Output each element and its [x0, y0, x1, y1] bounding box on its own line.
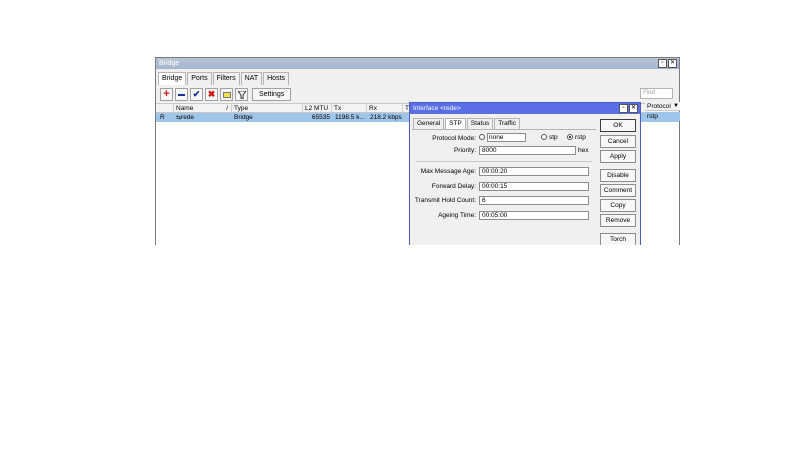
stp-panel: Protocol Mode: none stp rstp Priority: 8… — [412, 129, 596, 245]
col-rx[interactable]: Rx — [367, 104, 403, 113]
dialog-maximize-icon[interactable]: ▫ — [619, 104, 628, 113]
col-l2mtu[interactable]: L2 MTU — [303, 104, 332, 113]
row-name: rede — [181, 114, 195, 121]
col-name[interactable]: Name / — [174, 104, 232, 113]
radio-stp-icon — [541, 134, 547, 140]
dialog-tabs: General STP Status Traffic — [413, 118, 521, 129]
hold-count-label: Transmit Hold Count: — [414, 197, 476, 204]
comment-icon[interactable] — [220, 88, 233, 101]
tab-status[interactable]: Status — [466, 118, 494, 129]
close-icon[interactable]: ✕ — [668, 59, 677, 68]
dropdown-arrow-icon[interactable]: ▼ — [673, 102, 679, 111]
enable-icon[interactable]: ✔ — [190, 88, 203, 101]
tab-general[interactable]: General — [413, 118, 445, 129]
sort-icon: / — [226, 105, 228, 112]
divider — [416, 161, 592, 162]
radio-stp-label: stp — [549, 134, 558, 141]
ageing-input[interactable]: 00:05:00 — [479, 211, 589, 220]
dialog-titlebar[interactable]: Interface <rede> ▫ ✕ — [410, 103, 640, 114]
window-titlebar[interactable]: Bridge ▫ ✕ — [156, 58, 679, 69]
disable-icon[interactable]: ✖ — [205, 88, 218, 101]
filter-icon[interactable] — [235, 88, 248, 101]
col-tx[interactable]: Tx — [332, 104, 367, 113]
row-type: Bridge — [234, 114, 253, 121]
window-title: Bridge — [159, 60, 180, 67]
disable-button[interactable]: Disable — [600, 169, 636, 182]
radio-rstp-icon — [567, 134, 573, 140]
radio-rstp[interactable]: rstp — [567, 134, 586, 141]
tab-traffic[interactable]: Traffic — [494, 118, 520, 129]
remove-icon[interactable] — [175, 88, 188, 101]
tab-nat[interactable]: NAT — [240, 72, 263, 85]
radio-none-label: none — [487, 133, 527, 142]
ok-button[interactable]: OK — [600, 119, 636, 132]
priority-unit: hex — [578, 147, 589, 154]
radio-stp[interactable]: stp — [541, 134, 558, 141]
maximize-icon[interactable]: ▫ — [658, 59, 667, 68]
max-age-label: Max Message Age: — [420, 168, 476, 175]
find-input[interactable]: Find — [640, 88, 673, 99]
radio-rstp-label: rstp — [575, 134, 586, 141]
row-tx: 1198.5 k... — [335, 114, 365, 121]
fwd-delay-label: Forward Delay: — [431, 183, 476, 190]
radio-none[interactable]: none — [479, 133, 527, 142]
col-type[interactable]: Type — [232, 104, 303, 113]
tab-filters[interactable]: Filters — [212, 72, 240, 85]
tab-ports[interactable]: Ports — [187, 72, 212, 85]
interface-dialog: Interface <rede> ▫ ✕ General STP Status … — [409, 102, 641, 245]
ageing-label: Ageing Time: — [438, 212, 476, 219]
tab-bridge[interactable]: Bridge — [158, 72, 187, 85]
max-age-input[interactable]: 00:00:20 — [479, 167, 589, 176]
radio-none-icon — [479, 134, 485, 140]
copy-button[interactable]: Copy — [600, 199, 636, 212]
apply-button[interactable]: Apply — [600, 150, 636, 163]
row-flag: R — [160, 114, 165, 121]
protocol-mode-label: Protocol Mode: — [432, 135, 476, 142]
tab-stp[interactable]: STP — [445, 118, 466, 129]
col-flag[interactable] — [156, 104, 174, 113]
remove-button[interactable]: Remove — [600, 214, 636, 227]
row-l2mtu: 65535 — [311, 114, 330, 121]
comment-button[interactable]: Comment — [600, 184, 636, 197]
col-name-label: Name — [176, 105, 194, 112]
fwd-delay-input[interactable]: 00:00:15 — [479, 182, 589, 191]
row-rx: 218.2 kbps — [370, 114, 402, 121]
torch-button[interactable]: Torch — [600, 233, 636, 245]
dialog-title: Interface <rede> — [413, 105, 461, 112]
add-icon[interactable]: + — [160, 88, 173, 101]
cancel-button[interactable]: Cancel — [600, 135, 636, 148]
window-tabs: Bridge Ports Filters NAT Hosts — [158, 72, 290, 85]
col-protocol[interactable]: Protocol ▼ — [645, 102, 680, 111]
settings-button[interactable]: Settings — [252, 88, 292, 101]
row-name-cell: ⇆rede — [174, 113, 232, 122]
row-protocol: rstp — [645, 112, 680, 121]
col-protocol-label: Protocol — [647, 103, 671, 110]
hold-count-input[interactable]: 6 — [479, 196, 589, 205]
dialog-close-icon[interactable]: ✕ — [629, 104, 638, 113]
toolbar: + ✔ ✖ Settings Find — [160, 86, 675, 103]
priority-label: Priority: — [453, 147, 476, 154]
priority-input[interactable]: 8000 — [479, 146, 576, 155]
tab-hosts[interactable]: Hosts — [263, 72, 290, 85]
